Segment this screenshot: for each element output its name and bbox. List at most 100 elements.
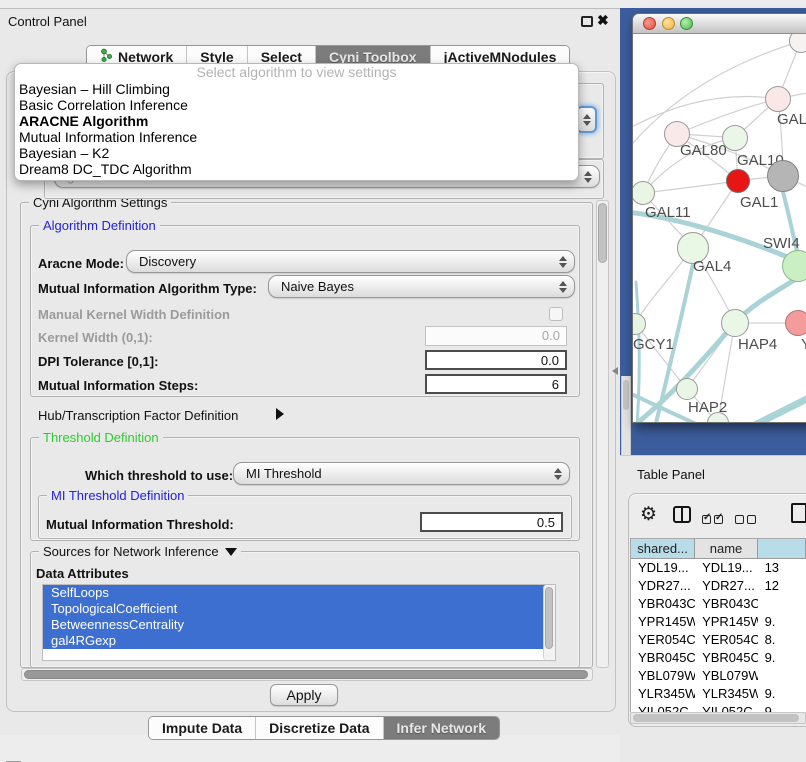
manual-kernel-checkbox[interactable] xyxy=(549,307,563,321)
table-row[interactable]: YBR045CYBR045C9. xyxy=(631,649,806,667)
spinner-icon xyxy=(556,256,570,268)
kernel-width-label: Kernel Width (0,1): xyxy=(38,330,153,345)
unselect-columns-icon[interactable] xyxy=(735,511,759,529)
table-cell: 8. xyxy=(758,631,806,649)
table-cell: YBR045C xyxy=(695,649,758,667)
data-attribute-item[interactable]: TopologicalCoefficient xyxy=(43,601,545,617)
expander-right-icon[interactable] xyxy=(276,408,284,420)
table-cell xyxy=(758,595,806,613)
aracne-mode-combo[interactable]: Discovery xyxy=(126,250,575,273)
algorithm-option[interactable]: Bayesian – Hill Climbing xyxy=(15,81,578,97)
data-attribute-item[interactable]: BetweennessCentrality xyxy=(43,617,545,633)
table-cell: YDL19... xyxy=(631,559,695,577)
table-row[interactable]: YBR043CYBR043C xyxy=(631,595,806,613)
mi-threshold-field[interactable]: 0.5 xyxy=(420,512,563,532)
screen: Control Panel ✖ NetworkStyleSelectCyni T… xyxy=(0,0,806,762)
spinner-icon xyxy=(581,171,595,183)
mi-steps-label: Mutual Information Steps: xyxy=(38,378,198,393)
dpi-tolerance-label: DPI Tolerance [0,1]: xyxy=(38,354,158,369)
float-window-icon[interactable] xyxy=(581,16,593,27)
window-zoom-icon[interactable] xyxy=(680,17,693,30)
network-node-y[interactable] xyxy=(785,310,806,336)
panel-divider-arrow-icon[interactable] xyxy=(612,367,618,375)
side-scrollbar-thumb[interactable] xyxy=(623,380,629,410)
window-minimize-icon[interactable] xyxy=(662,17,675,30)
settings-horizontal-scrollbar[interactable] xyxy=(21,668,593,681)
expander-down-icon[interactable] xyxy=(225,548,237,556)
dpi-tolerance-field[interactable]: 0.0 xyxy=(425,350,567,370)
table-header-row: shared...name xyxy=(631,539,806,559)
apply-button[interactable]: Apply xyxy=(270,684,338,706)
settings-vertical-scrollbar[interactable] xyxy=(596,200,609,668)
new-table-icon[interactable] xyxy=(791,503,806,523)
hub-expander-label: Hub/Transcription Factor Definition xyxy=(38,408,238,423)
data-attribute-item[interactable]: gal4RGexp xyxy=(43,633,545,649)
settings-vertical-scrollbar-thumb[interactable] xyxy=(598,203,607,263)
network-node-gal10[interactable] xyxy=(722,125,748,151)
table-row[interactable]: YDL19...YDL19...13 xyxy=(631,559,806,577)
close-icon[interactable]: ✖ xyxy=(597,12,609,29)
table-cell: YDL19... xyxy=(695,559,758,577)
mi-type-label: Mutual Information Algorithm Type: xyxy=(38,281,257,296)
table-cell: 9. xyxy=(758,613,806,631)
data-attribute-item[interactable]: SelfLoops xyxy=(43,585,545,601)
table-row[interactable]: YPR145WYPR145W9. xyxy=(631,613,806,631)
table-row[interactable]: YLR345WYLR345W9. xyxy=(631,685,806,703)
side-scrollbar[interactable] xyxy=(621,376,631,455)
tab-impute-data[interactable]: Impute Data xyxy=(149,717,256,739)
algorithm-option[interactable]: Bayesian – K2 xyxy=(15,145,578,161)
network-node-hap2[interactable] xyxy=(676,378,698,400)
which-threshold-label: Which threshold to use: xyxy=(85,468,233,483)
algorithm-option[interactable]: ARACNE Algorithm xyxy=(15,113,578,129)
algorithm-option[interactable]: Mutual Information Inference xyxy=(15,129,578,145)
network-window-titlebar[interactable] xyxy=(633,14,806,34)
list-vertical-scrollbar[interactable] xyxy=(543,585,555,660)
network-node[interactable] xyxy=(767,160,799,192)
algorithm-option[interactable]: Dream8 DC_TDC Algorithm xyxy=(15,161,578,177)
network-canvas[interactable]: GALGAL80GAL10GAL1GAL11SWI4GAL4GCY1HAP4YH… xyxy=(633,34,806,422)
node-label: GAL xyxy=(777,111,806,128)
table-row[interactable]: YDR27...YDR27...12 xyxy=(631,577,806,595)
gear-icon[interactable] xyxy=(640,503,657,526)
network-node-gal1[interactable] xyxy=(726,169,750,193)
table-column-header[interactable]: shared... xyxy=(631,539,695,559)
table-cell: YBL079W xyxy=(631,667,695,685)
algorithm-option[interactable]: Basic Correlation Inference xyxy=(15,97,578,113)
list-vertical-scrollbar-thumb[interactable] xyxy=(545,587,553,649)
table-row[interactable]: YER054CYER054C8. xyxy=(631,631,806,649)
spinner-icon xyxy=(551,468,565,480)
network-node-swi4[interactable] xyxy=(782,250,806,282)
node-label: HAP4 xyxy=(738,336,777,353)
table-column-header[interactable] xyxy=(758,539,806,559)
tab-infer-network[interactable]: Infer Network xyxy=(384,717,499,739)
settings-horizontal-scrollbar-thumb[interactable] xyxy=(24,670,588,679)
aracne-mode-value: Discovery xyxy=(139,254,556,269)
window-close-icon[interactable] xyxy=(643,17,656,30)
node-label: Y xyxy=(801,336,806,353)
table-cell xyxy=(758,667,806,685)
tab-discretize-data[interactable]: Discretize Data xyxy=(256,717,383,739)
table-horizontal-scrollbar[interactable] xyxy=(630,712,806,724)
network-node-gal[interactable] xyxy=(765,86,791,112)
mi-steps-field[interactable]: 6 xyxy=(425,374,567,394)
table-row[interactable]: YBL079WYBL079W xyxy=(631,667,806,685)
table-row[interactable]: YIL052CYIL052C9 xyxy=(631,703,806,712)
table-cell: 9. xyxy=(758,649,806,667)
select-columns-icon[interactable] xyxy=(702,511,726,529)
table-cell: YBL079W xyxy=(695,667,758,685)
table-cell: YDR27... xyxy=(695,577,758,595)
table-column-header[interactable]: name xyxy=(695,539,758,559)
aracne-mode-label: Aracne Mode: xyxy=(38,256,124,271)
which-threshold-combo[interactable]: MI Threshold xyxy=(233,462,570,485)
table-horizontal-scrollbar-thumb[interactable] xyxy=(633,714,799,722)
network-view-window: GALGAL80GAL10GAL1GAL11SWI4GAL4GCY1HAP4YH… xyxy=(632,13,806,423)
algorithm-combo-focused-spinner[interactable] xyxy=(576,106,597,133)
kernel-width-field[interactable]: 0.0 xyxy=(425,326,567,346)
mi-threshold-group-title: MI Threshold Definition xyxy=(47,488,188,503)
mi-type-combo[interactable]: Naive Bayes xyxy=(268,275,575,298)
table-cell: 13 xyxy=(758,559,806,577)
data-attributes-list[interactable]: SelfLoopsTopologicalCoefficientBetweenne… xyxy=(42,584,556,661)
data-attributes-label: Data Attributes xyxy=(36,566,129,581)
network-node-hap4[interactable] xyxy=(721,309,749,337)
split-table-icon[interactable] xyxy=(673,506,691,523)
